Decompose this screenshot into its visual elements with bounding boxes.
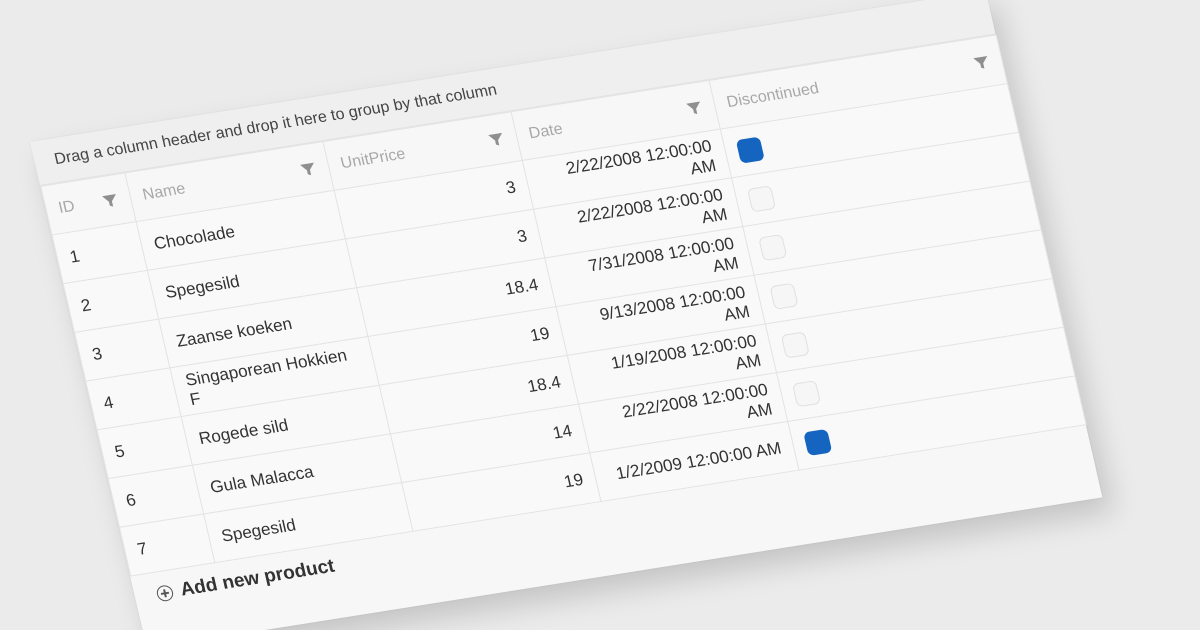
column-header-label: ID xyxy=(56,197,77,217)
column-header-label: UnitPrice xyxy=(338,145,407,172)
data-grid: Drag a column header and drop it here to… xyxy=(30,0,1103,630)
discontinued-checkbox[interactable] xyxy=(791,379,821,407)
column-header-label: Name xyxy=(140,179,187,204)
filter-icon[interactable] xyxy=(487,130,506,148)
discontinued-checkbox[interactable] xyxy=(780,330,810,359)
plus-circle-icon xyxy=(155,584,175,603)
discontinued-checkbox[interactable] xyxy=(769,282,799,310)
filter-icon[interactable] xyxy=(299,160,318,178)
discontinued-checkbox[interactable] xyxy=(758,233,788,261)
filter-icon[interactable] xyxy=(972,53,991,71)
filter-icon[interactable] xyxy=(100,191,119,209)
column-header-label: Date xyxy=(527,120,565,142)
discontinued-checkbox[interactable] xyxy=(803,428,833,456)
discontinued-checkbox[interactable] xyxy=(746,184,777,212)
discontinued-checkbox[interactable] xyxy=(735,136,765,164)
column-header-label: Discontinued xyxy=(725,79,821,111)
stage: Drag a column header and drop it here to… xyxy=(0,0,1200,630)
filter-icon[interactable] xyxy=(685,99,704,117)
